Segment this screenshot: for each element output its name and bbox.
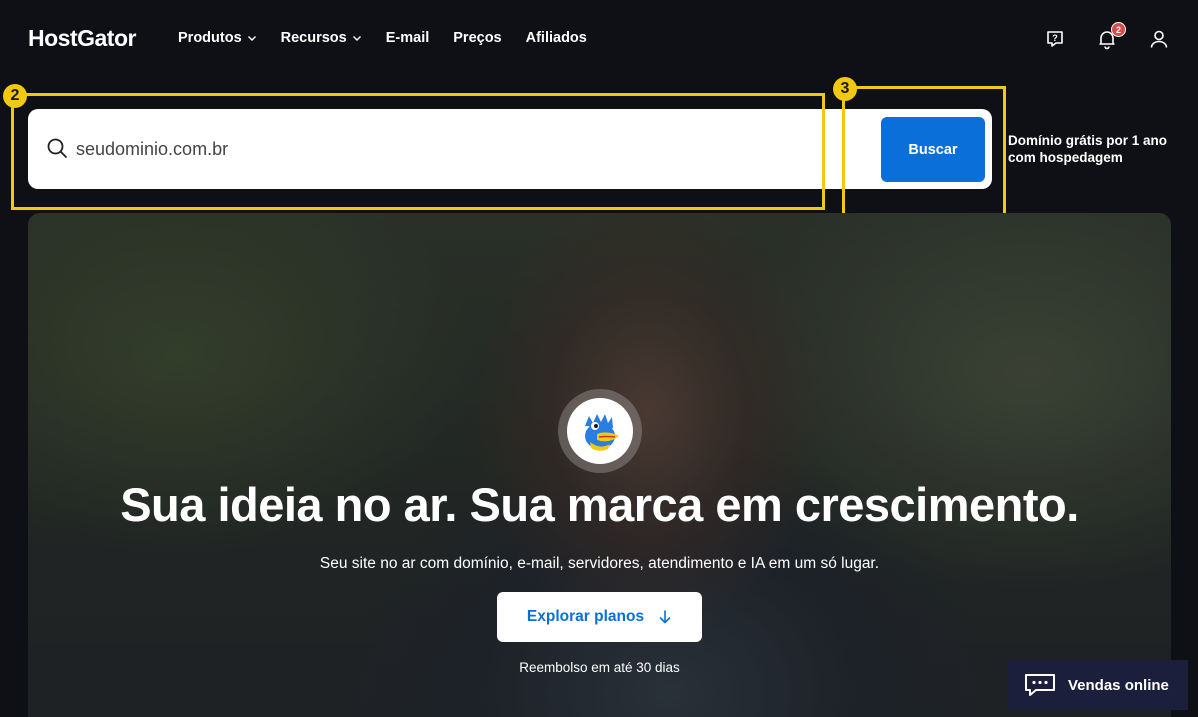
notifications-button[interactable]: 2 bbox=[1096, 22, 1126, 50]
gator-mascot-icon bbox=[567, 398, 633, 464]
chevron-down-icon bbox=[352, 36, 361, 41]
nav-item-recursos[interactable]: Recursos bbox=[281, 30, 362, 46]
nav-item-label: Preços bbox=[453, 30, 502, 46]
refund-note: Reembolso em até 30 dias bbox=[519, 660, 680, 675]
top-navigation: HostGator Produtos Recursos E-mail Preço… bbox=[0, 0, 1198, 80]
annotation-number-2: 2 bbox=[3, 84, 27, 108]
annotation-box-3 bbox=[842, 86, 1006, 222]
help-button[interactable]: ? bbox=[1044, 28, 1066, 50]
hero-subtitle: Seu site no ar com domínio, e-mail, serv… bbox=[319, 555, 880, 572]
annotation-box-2 bbox=[11, 93, 825, 210]
nav-item-label: Recursos bbox=[280, 30, 347, 46]
nav-item-label: E-mail bbox=[385, 30, 430, 46]
nav-item-label: Produtos bbox=[178, 30, 242, 46]
explore-plans-label: Explorar planos bbox=[526, 608, 645, 625]
nav-item-precos[interactable]: Preços bbox=[453, 30, 501, 46]
nav-item-email[interactable]: E-mail bbox=[386, 30, 430, 46]
nav-item-label: Afiliados bbox=[525, 30, 587, 46]
help-chat-icon: ? bbox=[1047, 31, 1063, 47]
hostgator-logo[interactable]: HostGator bbox=[28, 25, 136, 52]
sales-chat-widget[interactable]: Vendas online bbox=[1008, 660, 1188, 710]
arrow-down-icon bbox=[659, 610, 671, 624]
hero-logo-ring bbox=[558, 389, 642, 473]
promo-text: Domínio grátis por 1 ano com hospedagem bbox=[1008, 133, 1168, 165]
notification-badge: 2 bbox=[1111, 22, 1126, 37]
hero-title: Sua ideia no ar. Sua marca em cresciment… bbox=[120, 478, 1079, 531]
header-actions: ? 2 bbox=[1044, 22, 1170, 50]
explore-plans-button[interactable]: Explorar planos bbox=[497, 592, 702, 642]
sales-chat-label: Vendas online bbox=[1068, 676, 1169, 694]
hero-banner: Sua ideia no ar. Sua marca em cresciment… bbox=[28, 213, 1171, 717]
nav-item-produtos[interactable]: Produtos bbox=[178, 30, 257, 46]
chat-bubble-icon bbox=[1025, 674, 1055, 696]
account-button[interactable] bbox=[1148, 28, 1170, 50]
svg-text:?: ? bbox=[1052, 33, 1058, 43]
main-nav: Produtos Recursos E-mail Preços Afiliado… bbox=[178, 30, 587, 46]
nav-item-afiliados[interactable]: Afiliados bbox=[526, 30, 587, 46]
chevron-down-icon bbox=[247, 36, 256, 41]
user-icon bbox=[1150, 30, 1168, 48]
annotation-number-3: 3 bbox=[833, 77, 857, 101]
